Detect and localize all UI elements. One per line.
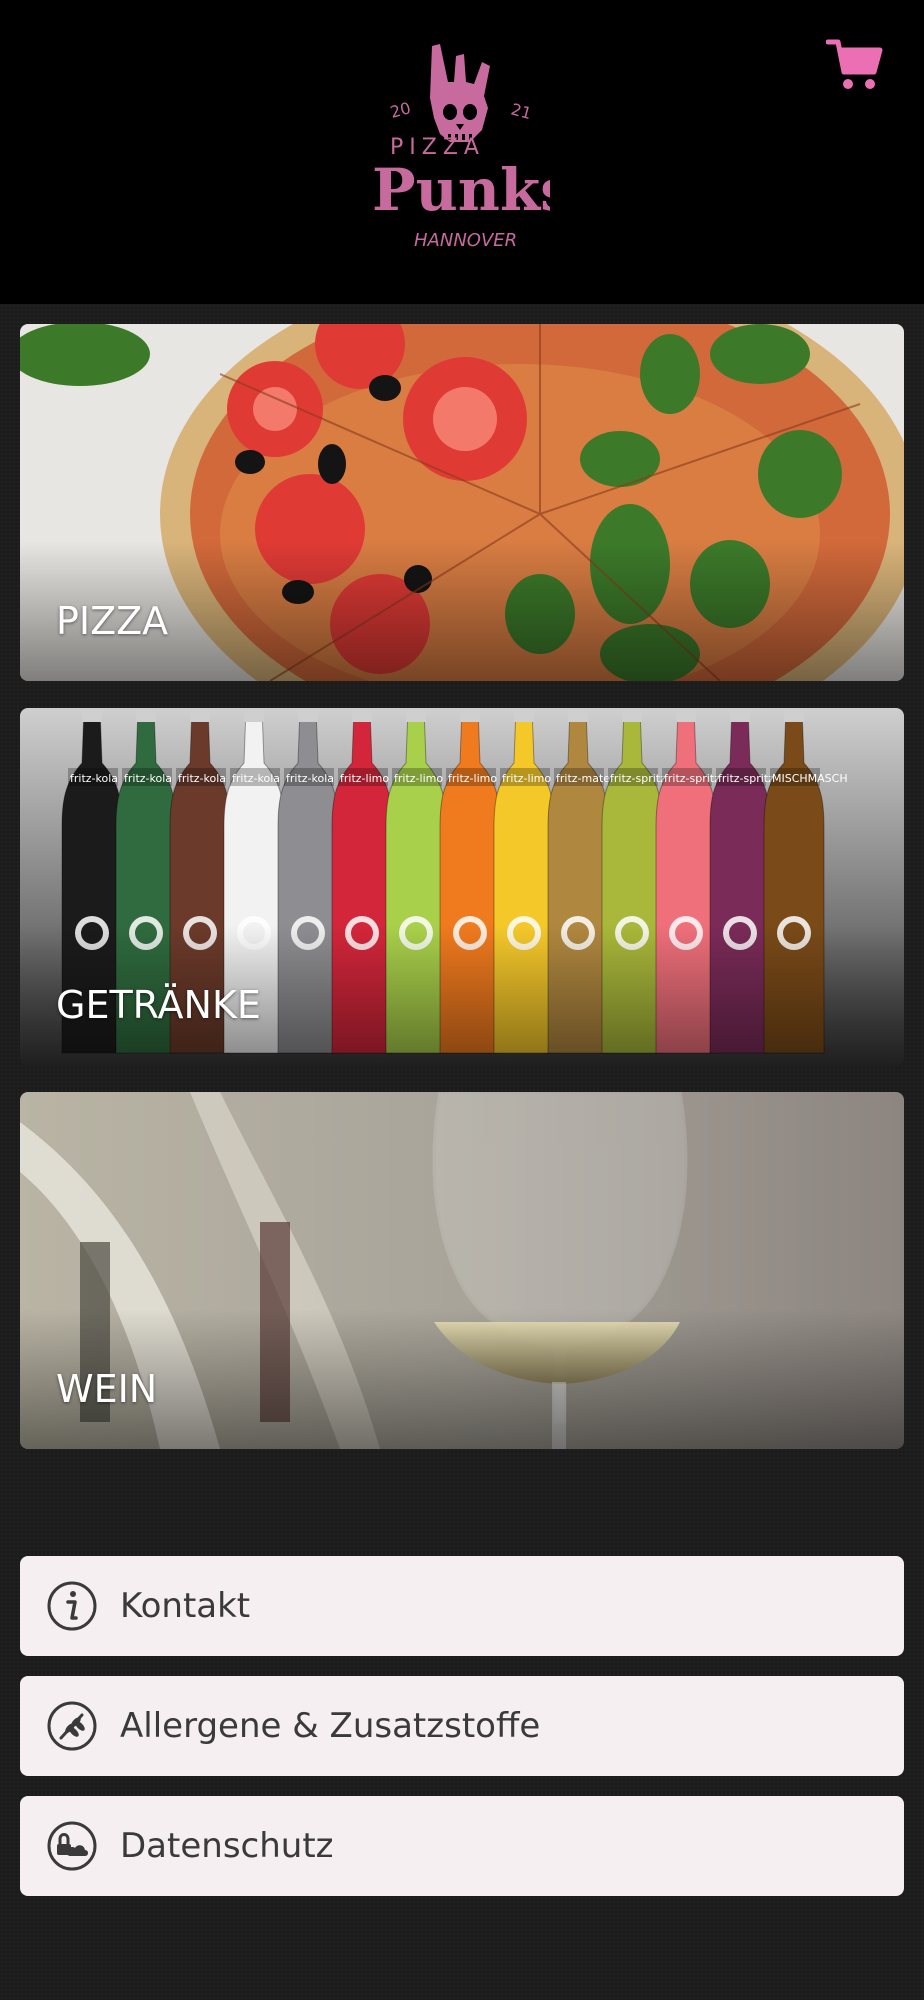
logo-year-left: 20 <box>388 98 413 122</box>
info-icon <box>47 1581 97 1631</box>
bottle-label: fritz-spritz <box>718 772 774 785</box>
bottle-label: fritz-spritz <box>664 772 720 785</box>
bottle-label: fritz-kola <box>232 772 280 785</box>
bottle-label: fritz-limo <box>448 772 497 785</box>
link-allergene[interactable]: Allergene & Zusatzstoffe <box>20 1676 904 1776</box>
wheat-icon <box>47 1701 97 1751</box>
category-card-pizza[interactable]: PIZZA <box>20 324 904 681</box>
bottle-label: fritz-limo <box>502 772 551 785</box>
link-kontakt[interactable]: Kontakt <box>20 1556 904 1656</box>
link-label-kontakt: Kontakt <box>120 1586 251 1626</box>
logo-year-right: 21 <box>509 100 534 124</box>
category-label-wein: WEIN <box>56 1367 158 1411</box>
bottle-label: fritz-limo <box>340 772 389 785</box>
app-header: 20 21 PIZZA Punks HANNOVER <box>0 0 924 304</box>
category-card-getraenke[interactable]: fritz-kola fritz-kola fritz-kola fritz-kola… <box>20 708 904 1065</box>
link-label-allergene: Allergene & Zusatzstoffe <box>120 1706 541 1746</box>
category-card-wein[interactable]: WEIN <box>20 1092 904 1449</box>
logo-city: HANNOVER <box>414 230 517 251</box>
bottle-label: MISCHMASCH <box>772 772 848 785</box>
logo-word-main: Punks <box>372 156 550 224</box>
category-label-pizza: PIZZA <box>56 599 169 643</box>
shopping-cart-icon[interactable] <box>826 36 884 94</box>
bottle-label: fritz-kola <box>124 772 172 785</box>
bottle-label: fritz-kola <box>70 772 118 785</box>
bottle-label: fritz-spritz <box>610 772 666 785</box>
bottle-label: fritz-kola <box>178 772 226 785</box>
pizza-punks-logo[interactable]: 20 21 PIZZA Punks HANNOVER <box>370 38 550 258</box>
link-label-datenschutz: Datenschutz <box>120 1826 334 1866</box>
bottle-label: fritz-mate <box>556 772 610 785</box>
link-datenschutz[interactable]: Datenschutz <box>20 1796 904 1896</box>
category-label-getraenke: GETRÄNKE <box>56 983 261 1027</box>
bottle-label: fritz-limo <box>394 772 443 785</box>
bottle-label: fritz-kola <box>286 772 334 785</box>
lock-cloud-icon <box>47 1821 97 1871</box>
